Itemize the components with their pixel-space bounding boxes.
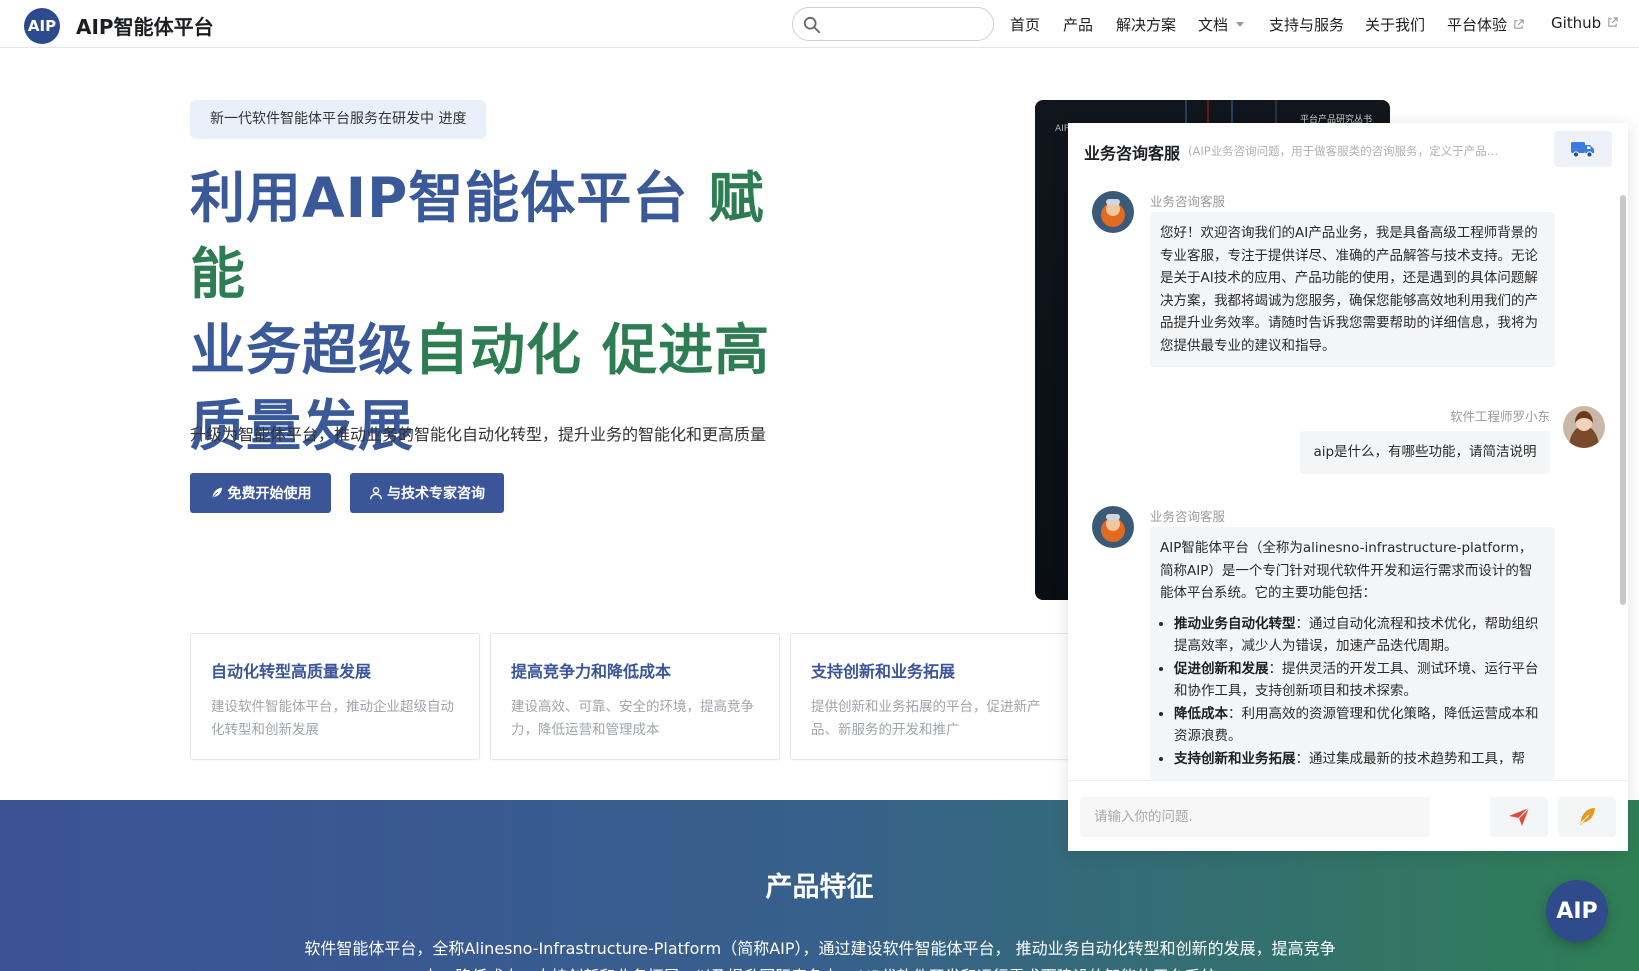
feature-card: 支持创新和业务拓展 提供创新和业务拓展的平台，促进新产品、新服务的开发和推广 <box>790 633 1080 760</box>
chat-title: 业务咨询客服 <box>1084 144 1181 163</box>
logo[interactable]: AIP <box>24 8 60 44</box>
nav-products[interactable]: 产品 <box>1063 14 1093 35</box>
message-sender: 业务咨询客服 <box>1150 194 1226 209</box>
list-item-title: 支持创新和业务拓展 <box>1174 750 1296 767</box>
feature-desc: 建设软件智能体平台，推动企业超级自动化转型和创新发展 <box>211 699 454 738</box>
nav-docs-label: 文档 <box>1198 16 1229 34</box>
hero-title-part: 业务超级 <box>190 318 415 382</box>
message-sender: 软件工程师罗小东 <box>1449 409 1550 424</box>
aip-assistant-button[interactable]: AIP <box>1546 880 1608 942</box>
nav-platform-demo[interactable]: 平台体验 <box>1447 14 1524 35</box>
user-message: aip是什么，有哪些功能，请简洁说明 <box>1300 431 1550 474</box>
user-icon <box>370 487 382 500</box>
search-icon <box>803 16 821 34</box>
list-item-text: ：利用高效的资源管理和优化策略，降低运营成本和资源浪费。 <box>1174 705 1539 745</box>
start-free-button[interactable]: 免费开始使用 <box>190 473 331 513</box>
feature-card: 自动化转型高质量发展 建设软件智能体平台，推动企业超级自动化转型和创新发展 <box>190 633 480 760</box>
nav-about[interactable]: 关于我们 <box>1365 14 1425 35</box>
external-link-icon <box>1608 17 1618 27</box>
chat-description: (AIP业务咨询问题，用于做客服类的咨询服务，定义于产品业务对...) <box>1188 144 1508 158</box>
external-link-icon <box>1514 19 1524 29</box>
list-item-title: 降低成本 <box>1174 705 1228 722</box>
user-avatar <box>1563 406 1605 448</box>
progress-badge[interactable]: 新一代软件智能体平台服务在研发中 进度 <box>190 100 487 139</box>
feature-title: 提高竞争力和降低成本 <box>511 662 672 681</box>
section-title: 产品特征 <box>765 872 874 903</box>
nav-platform-demo-label: 平台体验 <box>1447 16 1508 34</box>
nav-solutions[interactable]: 解决方案 <box>1116 14 1176 35</box>
send-button[interactable] <box>1490 797 1548 837</box>
list-item: 支持创新和业务拓展：通过集成最新的技术趋势和工具，帮 <box>1174 748 1545 771</box>
feather-icon <box>1578 808 1595 826</box>
list-item: 促进创新和发展：提供灵活的开发工具、测试环境、运行平台和协作工具，支持创新项目和… <box>1174 658 1545 703</box>
nav-home[interactable]: 首页 <box>1010 14 1040 35</box>
bot-avatar <box>1092 506 1134 548</box>
list-item: 降低成本：利用高效的资源管理和优化策略，降低运营成本和资源浪费。 <box>1174 703 1545 748</box>
message-sender: 业务咨询客服 <box>1150 509 1226 524</box>
nav-github[interactable]: Github <box>1551 14 1618 32</box>
brand-name[interactable]: AIP智能体平台 <box>76 11 214 40</box>
feather-button[interactable] <box>1558 797 1616 837</box>
chat-header: 业务咨询客服 (AIP业务咨询问题，用于做客服类的咨询服务，定义于产品业务对..… <box>1068 123 1628 175</box>
nav-github-label: Github <box>1551 14 1602 32</box>
nav-support[interactable]: 支持与服务 <box>1269 14 1344 35</box>
list-item-text: ：通过集成最新的技术趋势和工具，帮 <box>1295 750 1526 767</box>
bot-message: AIP智能体平台（全称为alinesno-infrastructure-plat… <box>1150 527 1555 780</box>
chat-footer <box>1068 780 1628 851</box>
message-list: 推动业务自动化转型：通过自动化流程和技术优化，帮助组织提高效率，减少人为错误，加… <box>1174 613 1545 771</box>
hero-title-part: 利用AIP智能体平台 <box>190 166 689 230</box>
list-item-title: 促进创新和发展 <box>1174 660 1269 677</box>
hero-title: 利用AIP智能体平台 赋能 业务超级自动化 促进高 质量发展 <box>190 160 810 464</box>
list-item-title: 推动业务自动化转型 <box>1174 615 1296 632</box>
search-input[interactable] <box>792 7 994 41</box>
chat-panel: 业务咨询客服 (AIP业务咨询问题，用于做客服类的咨询服务，定义于产品业务对..… <box>1068 123 1628 851</box>
section-text: 软件智能体平台，全称Alinesno-Infrastructure-Platfo… <box>304 939 1336 971</box>
send-icon <box>1509 807 1530 826</box>
hero-subtitle: 升级为智能体平台，推动业务的智能化自动化转型，提升业务的智能化和更高质量 <box>190 425 767 444</box>
feature-desc: 提供创新和业务拓展的平台，促进新产品、新服务的开发和推广 <box>811 699 1041 738</box>
feature-card: 提高竞争力和降低成本 建设高效、可靠、安全的环境，提高竞争力，降低运营和管理成本 <box>490 633 780 760</box>
chat-scrollbar[interactable] <box>1620 195 1626 605</box>
feature-title: 支持创新和业务拓展 <box>811 662 956 681</box>
feature-desc: 建设高效、可靠、安全的环境，提高竞争力，降低运营和管理成本 <box>511 699 754 738</box>
message-text: AIP智能体平台（全称为alinesno-infrastructure-plat… <box>1160 540 1533 601</box>
chat-input[interactable] <box>1080 797 1430 837</box>
consult-expert-button[interactable]: 与技术专家咨询 <box>350 473 504 513</box>
top-navbar: AIP AIP智能体平台 首页 产品 解决方案 文档 支持与服务 关于我们 平台… <box>0 0 1639 48</box>
hero-title-part: 自动化 促进高 <box>414 318 771 382</box>
truck-button[interactable] <box>1554 131 1612 167</box>
chevron-down-icon <box>1236 22 1245 27</box>
bot-avatar <box>1092 191 1134 233</box>
feather-icon <box>210 487 222 499</box>
bot-message: 您好！欢迎咨询我们的AI产品业务，我是具备高级工程师背景的专业客服，专注于提供详… <box>1150 212 1555 367</box>
list-item: 推动业务自动化转型：通过自动化流程和技术优化，帮助组织提高效率，减少人为错误，加… <box>1174 613 1545 658</box>
consult-expert-label: 与技术专家咨询 <box>387 486 485 502</box>
nav-docs[interactable]: 文档 <box>1198 14 1245 35</box>
chat-messages[interactable]: 业务咨询客服 您好！欢迎咨询我们的AI产品业务，我是具备高级工程师背景的专业客服… <box>1068 175 1628 780</box>
feature-title: 自动化转型高质量发展 <box>211 662 372 681</box>
truck-icon <box>1571 142 1594 158</box>
start-free-label: 免费开始使用 <box>227 486 312 502</box>
